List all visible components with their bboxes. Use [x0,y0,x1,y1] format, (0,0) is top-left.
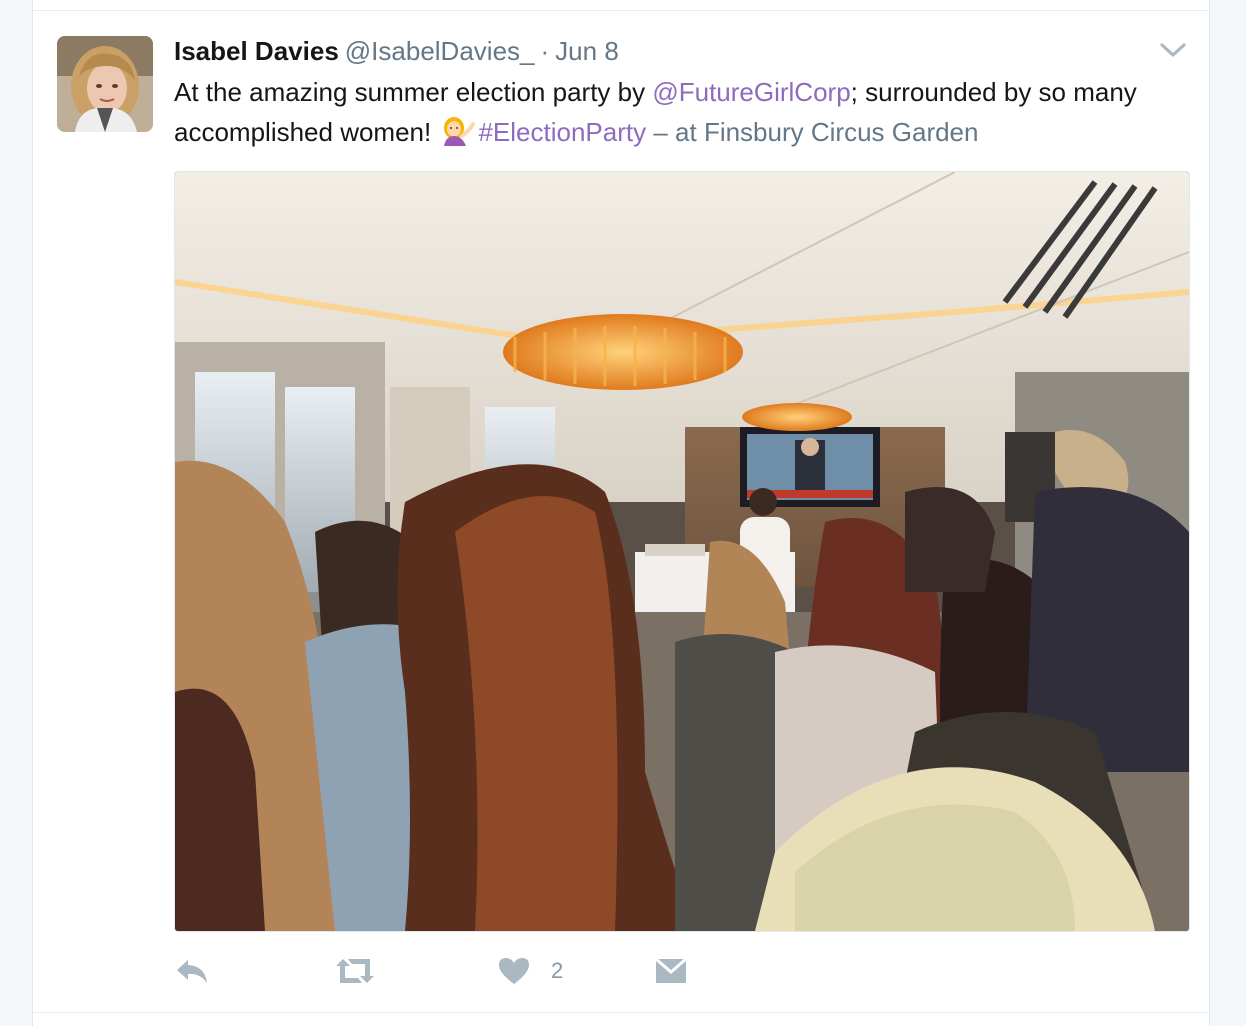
like-button[interactable]: 2 [497,953,563,989]
heart-icon [497,956,531,986]
location-link[interactable]: – at Finsbury Circus Garden [646,117,978,147]
separator: · [540,36,550,66]
retweet-icon [334,956,376,986]
tweet-text: At the amazing summer election party by … [174,72,1164,152]
chevron-down-icon[interactable] [1159,39,1187,61]
author-handle[interactable]: @IsabelDavies_ [345,36,535,66]
tweet-timestamp[interactable]: Jun 8 [555,36,619,66]
reply-button[interactable] [174,953,210,989]
information-desk-person-emoji [440,116,476,146]
direct-message-button[interactable] [654,953,688,989]
avatar[interactable] [57,36,153,132]
like-count: 2 [551,958,564,983]
divider [33,1012,1209,1013]
hashtag-link[interactable]: #ElectionParty [478,117,646,147]
timeline: Isabel Davies @IsabelDavies_ · Jun 8 At the… [32,0,1210,1026]
direct-message-icon [654,956,688,986]
retweet-button[interactable] [334,953,376,989]
tweet-actions: 2 [174,953,874,989]
author-name[interactable]: Isabel Davies [174,36,339,66]
photo-of-election-party-room[interactable] [174,171,1190,932]
reply-icon [174,956,210,986]
tweet-header: Isabel Davies @IsabelDavies_ · Jun 8 [174,35,619,67]
mention-link[interactable]: @FutureGirlCorp [652,77,850,107]
tweet-text-part: At the amazing summer election party by [174,77,653,107]
tweet[interactable]: Isabel Davies @IsabelDavies_ · Jun 8 At the… [33,11,1209,1011]
